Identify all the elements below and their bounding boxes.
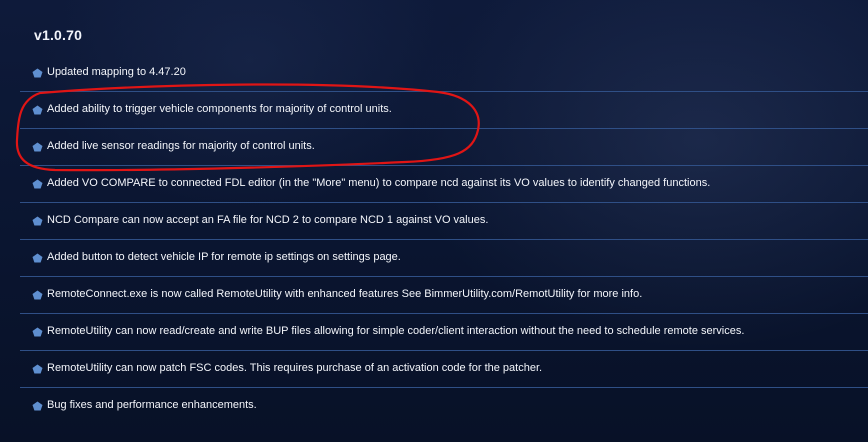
changelog-item-text: RemoteConnect.exe is now called RemoteUt…: [47, 288, 643, 300]
release-notes-page: v1.0.70 Updated mapping to 4.47.20 Added…: [0, 0, 868, 442]
changelog-item: NCD Compare can now accept an FA file fo…: [20, 203, 868, 240]
pentagon-bullet-icon: [32, 142, 43, 152]
changelog-item: RemoteUtility can now patch FSC codes. T…: [20, 351, 868, 388]
version-heading: v1.0.70: [34, 27, 83, 43]
changelog-item: RemoteConnect.exe is now called RemoteUt…: [20, 277, 868, 314]
pentagon-bullet-icon: [32, 290, 43, 300]
changelog-item: Added ability to trigger vehicle compone…: [20, 92, 868, 129]
changelog-item: Added button to detect vehicle IP for re…: [20, 240, 868, 277]
pentagon-bullet-icon: [32, 216, 43, 226]
pentagon-bullet-icon: [32, 364, 43, 374]
pentagon-bullet-icon: [32, 179, 43, 189]
changelog-item: Added live sensor readings for majority …: [20, 129, 868, 166]
changelog-item: Bug fixes and performance enhancements.: [20, 388, 868, 425]
pentagon-bullet-icon: [32, 68, 43, 78]
changelog-item: Updated mapping to 4.47.20: [20, 55, 868, 92]
changelog-item-text: Added VO COMPARE to connected FDL editor…: [47, 177, 711, 189]
changelog-item-text: Bug fixes and performance enhancements.: [47, 399, 257, 411]
changelog-item-text: Added ability to trigger vehicle compone…: [47, 103, 392, 115]
pentagon-bullet-icon: [32, 253, 43, 263]
pentagon-bullet-icon: [32, 327, 43, 337]
changelog-item: RemoteUtility can now read/create and wr…: [20, 314, 868, 351]
pentagon-bullet-icon: [32, 105, 43, 115]
changelog-item-text: Added live sensor readings for majority …: [47, 140, 315, 152]
changelog-item-text: Updated mapping to 4.47.20: [47, 66, 186, 78]
changelog-item-text: RemoteUtility can now patch FSC codes. T…: [47, 362, 543, 374]
changelog-item-text: RemoteUtility can now read/create and wr…: [47, 325, 745, 337]
changelog-item: Added VO COMPARE to connected FDL editor…: [20, 166, 868, 203]
changelog-list: Updated mapping to 4.47.20 Added ability…: [20, 55, 868, 425]
changelog-item-text: NCD Compare can now accept an FA file fo…: [47, 214, 489, 226]
pentagon-bullet-icon: [32, 401, 43, 411]
changelog-item-text: Added button to detect vehicle IP for re…: [47, 251, 401, 263]
